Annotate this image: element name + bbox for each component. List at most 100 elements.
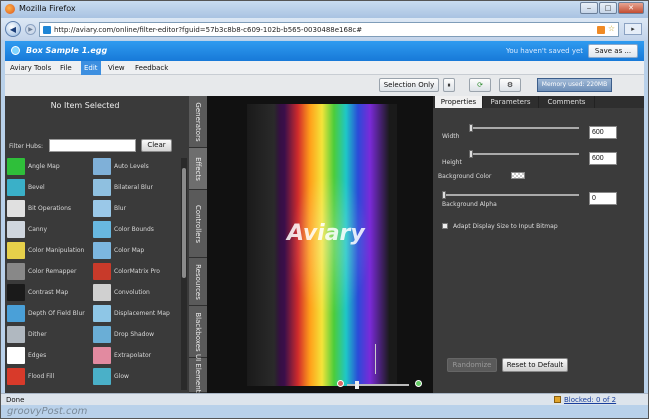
filter-item[interactable]: Color Bounds xyxy=(93,221,179,239)
filter-thumbnail-icon xyxy=(93,221,111,238)
menu-feedback[interactable]: Feedback xyxy=(132,61,171,75)
editor-toolbar: Selection Only ⏸ ⟳ ⚙ Memory used: 220MB xyxy=(5,75,644,96)
filter-item[interactable]: Glow xyxy=(93,368,179,386)
tab-properties[interactable]: Properties xyxy=(435,96,483,108)
height-slider[interactable] xyxy=(469,150,579,158)
tab-comments[interactable]: Comments xyxy=(539,96,595,108)
filter-item[interactable]: Depth Of Field Blur xyxy=(7,305,93,323)
rss-feed-icon[interactable] xyxy=(597,26,605,34)
go-button[interactable]: ▸ xyxy=(624,23,642,35)
tab-parameters[interactable]: Parameters xyxy=(483,96,539,108)
filter-item[interactable]: Color Manipulation xyxy=(7,242,93,260)
save-as-button[interactable]: Save as ... xyxy=(588,44,638,58)
filter-thumbnail-icon xyxy=(93,326,111,343)
clear-button[interactable]: Clear xyxy=(141,139,172,152)
selection-only-button[interactable]: Selection Only xyxy=(379,78,439,92)
filter-thumbnail-icon xyxy=(7,179,25,196)
menu-view[interactable]: View xyxy=(105,61,128,75)
width-slider-knob[interactable] xyxy=(469,124,473,132)
filter-item[interactable]: Contrast Map xyxy=(7,284,93,302)
plant-graphic xyxy=(375,344,385,374)
background-color-label: Background Color xyxy=(438,173,492,180)
tab-generators[interactable]: Generators xyxy=(189,96,207,148)
filter-item[interactable]: Displacement Map xyxy=(93,305,179,323)
save-status-text: You haven't saved yet xyxy=(506,47,584,55)
background-alpha-input[interactable] xyxy=(589,192,617,205)
filter-item[interactable]: Bit Operations xyxy=(7,200,93,218)
height-input[interactable] xyxy=(589,152,617,165)
zoom-control[interactable] xyxy=(337,380,423,389)
reset-to-default-button[interactable]: Reset to Default xyxy=(502,358,568,372)
filter-item[interactable]: Bilateral Blur xyxy=(93,179,179,197)
filter-hubs-input[interactable] xyxy=(49,139,136,152)
filter-item[interactable]: Convolution xyxy=(93,284,179,302)
filter-thumbnail-icon xyxy=(93,200,111,217)
canvas-area[interactable]: Aviary xyxy=(207,96,433,393)
randomize-button[interactable]: Randomize xyxy=(447,358,497,372)
minimize-button[interactable]: ‒ xyxy=(580,2,598,14)
filter-thumbnail-icon xyxy=(93,347,111,364)
pause-button[interactable]: ⏸ xyxy=(443,78,455,92)
firefox-icon xyxy=(5,4,15,14)
filter-item[interactable]: ColorMatrix Pro xyxy=(93,263,179,281)
zoom-in-icon[interactable] xyxy=(415,380,422,387)
filter-item[interactable]: Color Remapper xyxy=(7,263,93,281)
filter-label: Color Remapper xyxy=(28,268,77,275)
filter-label: Bit Operations xyxy=(28,205,72,212)
filter-thumbnail-icon xyxy=(7,158,25,175)
address-bar[interactable]: http://aviary.com/online/filter-editor?f… xyxy=(39,22,619,37)
tab-blackboxes[interactable]: Blackboxes xyxy=(189,306,207,358)
filter-item[interactable]: Angle Map xyxy=(7,158,93,176)
alpha-slider-knob[interactable] xyxy=(442,191,446,199)
memory-indicator: Memory used: 220MB xyxy=(537,78,612,92)
menu-edit[interactable]: Edit xyxy=(81,61,101,75)
tab-controllers[interactable]: Controllers xyxy=(189,190,207,258)
back-button[interactable]: ◀ xyxy=(5,21,21,37)
blocked-count-link[interactable]: Blocked: 0 of 2 xyxy=(564,396,616,404)
filter-label: Blur xyxy=(114,205,127,212)
zoom-out-icon[interactable] xyxy=(337,380,344,387)
zoom-knob[interactable] xyxy=(355,381,359,389)
filter-item[interactable]: Color Map xyxy=(93,242,179,260)
menu-aviary-tools[interactable]: Aviary Tools xyxy=(7,61,54,75)
refresh-button[interactable]: ⟳ xyxy=(469,78,491,92)
tab-resources[interactable]: Resources xyxy=(189,258,207,306)
popup-blocked-icon[interactable] xyxy=(554,396,561,403)
filter-item[interactable]: Flood Fill xyxy=(7,368,93,386)
background-color-swatch[interactable] xyxy=(511,172,525,179)
selection-heading: No Item Selected xyxy=(50,101,120,110)
filter-label: Dither xyxy=(28,331,47,338)
category-tab-label: Generators xyxy=(194,101,202,142)
width-input[interactable] xyxy=(589,126,617,139)
maximize-button[interactable]: □ xyxy=(599,2,617,14)
tab-effects[interactable]: Effects xyxy=(189,148,207,190)
settings-button[interactable]: ⚙ xyxy=(499,78,521,92)
filter-hubs-label: Filter Hubs: xyxy=(9,143,44,150)
filter-item[interactable]: Extrapolator xyxy=(93,347,179,365)
forward-button[interactable]: ▶ xyxy=(25,24,36,35)
filter-thumbnail-icon xyxy=(7,221,25,238)
height-slider-knob[interactable] xyxy=(469,150,473,158)
bookmark-star-icon[interactable]: ☆ xyxy=(608,24,615,33)
width-slider-track[interactable] xyxy=(469,127,579,129)
scrollbar-thumb[interactable] xyxy=(182,168,186,278)
filter-list-scrollbar[interactable] xyxy=(181,158,187,390)
background-alpha-slider[interactable] xyxy=(442,191,579,199)
filter-item[interactable]: Drop Shadow xyxy=(93,326,179,344)
filter-item[interactable]: Canny xyxy=(7,221,93,239)
filter-item[interactable]: Dither xyxy=(7,326,93,344)
close-button[interactable]: ✕ xyxy=(618,2,644,14)
tab-ui-elements[interactable]: UI Elements xyxy=(189,354,207,396)
category-tab-label: Effects xyxy=(194,156,202,181)
filter-label: Convolution xyxy=(114,289,150,296)
menu-file[interactable]: File xyxy=(57,61,75,75)
width-slider[interactable] xyxy=(469,124,579,132)
filter-item[interactable]: Auto Levels xyxy=(93,158,179,176)
adapt-display-checkbox[interactable] xyxy=(442,223,448,229)
alpha-slider-track[interactable] xyxy=(442,194,579,196)
status-bar: Done Blocked: 0 of 2 xyxy=(1,393,648,405)
filter-item[interactable]: Blur xyxy=(93,200,179,218)
filter-item[interactable]: Edges xyxy=(7,347,93,365)
filter-item[interactable]: Bevel xyxy=(7,179,93,197)
height-slider-track[interactable] xyxy=(469,153,579,155)
